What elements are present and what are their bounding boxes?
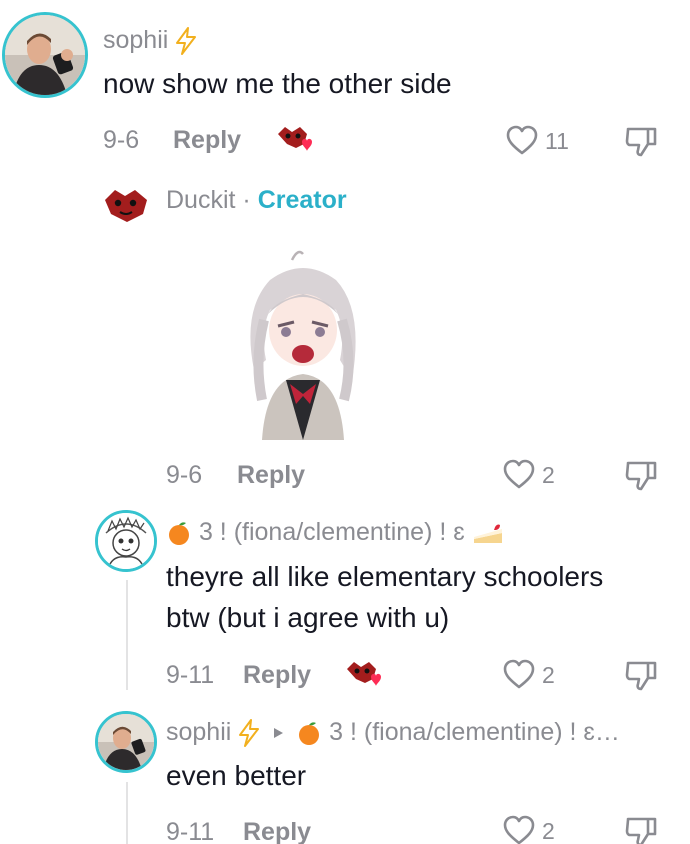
avatar-sophii[interactable] (95, 711, 157, 773)
comment-username[interactable]: 3 ! (fiona/clementine) ! ɛ (166, 518, 504, 547)
like-count: 11 (545, 128, 569, 154)
comment-username[interactable]: Duckit · Creator (166, 186, 347, 215)
comment-date: 9-11 (166, 661, 215, 689)
comment-username[interactable]: sophii 3 ! (fiona/clementine) ! ɛ… (166, 718, 620, 748)
comment-date: 9-6 (166, 461, 203, 489)
orange-emoji (296, 720, 322, 746)
reply-button[interactable]: Reply (243, 818, 311, 844)
thread-line (126, 580, 128, 690)
comment-date: 9-6 (103, 126, 140, 154)
comment-text-line2: btw (but i agree with u) (166, 602, 450, 633)
like-count: 2 (542, 462, 555, 488)
thumbs-down-icon[interactable] (624, 814, 660, 844)
reply-button[interactable]: Reply (237, 461, 305, 490)
like-count: 2 (542, 662, 555, 688)
thread-line (126, 782, 128, 844)
avatar-duckit[interactable] (103, 186, 151, 226)
lightning-icon (175, 27, 197, 56)
thumbs-down-icon[interactable] (624, 458, 660, 492)
thumbs-down-icon[interactable] (624, 658, 660, 692)
comment-text: even better (166, 760, 307, 791)
triangle-right-icon (271, 726, 285, 740)
reply-button[interactable]: Reply (173, 126, 241, 155)
lightning-icon (238, 719, 260, 748)
creator-heart-avatar-icon (276, 124, 316, 158)
comment-text: now show me the other side (103, 68, 452, 99)
reply-to-username: 3 ! (fiona/clementine) ! ɛ… (329, 718, 620, 746)
cake-emoji (472, 519, 504, 547)
heart-outline-icon[interactable] (505, 124, 539, 156)
heart-outline-icon[interactable] (502, 814, 536, 844)
heart-outline-icon[interactable] (502, 458, 536, 490)
avatar-fiona[interactable] (95, 510, 157, 572)
avatar-sophii[interactable] (2, 12, 88, 98)
comment-date: 9-11 (166, 818, 215, 844)
comment-username[interactable]: sophii (103, 26, 197, 56)
comment-text-line1: theyre all like elementary schoolers (166, 561, 604, 592)
comment-sticker-image (240, 250, 366, 440)
reply-button[interactable]: Reply (243, 661, 311, 690)
separator-dot: · (242, 186, 251, 214)
creator-badge: Creator (257, 186, 347, 214)
thumbs-down-icon[interactable] (624, 124, 660, 158)
like-count: 2 (542, 818, 555, 844)
orange-emoji (166, 520, 192, 546)
creator-heart-avatar-icon (345, 659, 385, 693)
heart-outline-icon[interactable] (502, 658, 536, 690)
